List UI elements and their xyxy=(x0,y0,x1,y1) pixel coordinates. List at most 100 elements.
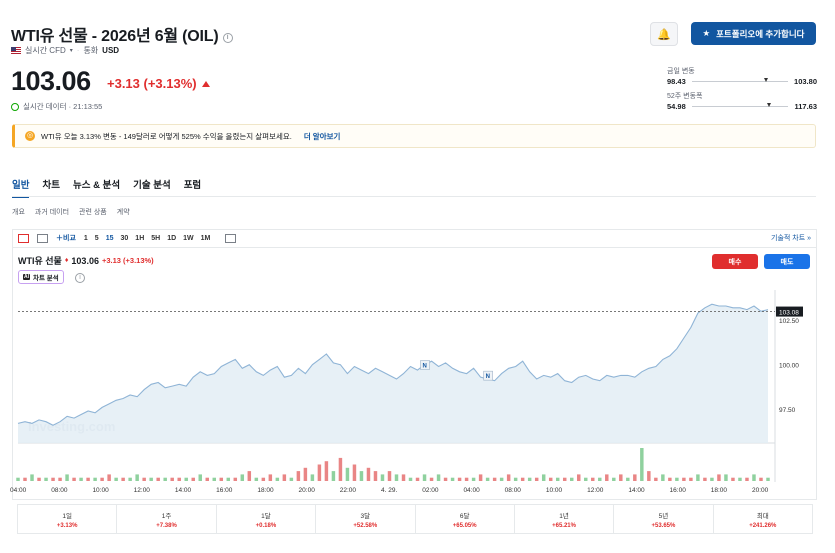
volume-bar xyxy=(303,467,308,481)
perf-label: 최대 xyxy=(756,512,769,520)
x-tick-label: 10:00 xyxy=(546,487,563,494)
volume-bar xyxy=(212,477,216,481)
volume-bar xyxy=(366,467,371,481)
volume-bar xyxy=(93,477,97,481)
volume-bar xyxy=(380,474,385,481)
volume-bar xyxy=(373,471,378,481)
volume-bar xyxy=(513,477,518,481)
volume-bar xyxy=(149,477,153,481)
volume-bar xyxy=(485,477,490,481)
volume-bar xyxy=(114,477,118,481)
volume-bar xyxy=(668,477,672,481)
perf-label: 1달 xyxy=(261,512,271,520)
volume-bar xyxy=(121,477,125,481)
volume-bar xyxy=(766,477,770,481)
perf-value: +0.18% xyxy=(255,522,277,529)
volume-bar xyxy=(198,474,202,481)
x-tick-label: 04:00 xyxy=(10,487,27,494)
x-tick-label: 18:00 xyxy=(257,487,274,494)
volume-bar xyxy=(359,471,364,481)
volume-bar xyxy=(584,477,588,481)
volume-bar xyxy=(219,477,224,481)
volume-bar xyxy=(310,474,315,481)
x-tick-label: 14:00 xyxy=(175,487,192,494)
volume-bar xyxy=(191,477,195,481)
price-chart[interactable]: Investing.com103.08102.50100.0097.50NN04… xyxy=(0,0,835,553)
volume-bar xyxy=(506,474,511,481)
volume-bar xyxy=(394,474,399,481)
x-tick-label: 10:00 xyxy=(92,487,109,494)
volume-bar xyxy=(30,474,34,481)
perf-cell: 최대 +241.26% xyxy=(714,505,812,533)
volume-bar xyxy=(275,477,280,481)
perf-label: 6달 xyxy=(459,512,470,520)
perf-label: 5년 xyxy=(658,512,669,520)
perf-value: +65.21% xyxy=(552,522,576,529)
volume-bar xyxy=(282,474,287,481)
x-tick-label: 20:00 xyxy=(752,487,769,494)
perf-label: 3달 xyxy=(360,512,371,520)
perf-value: +241.26% xyxy=(749,522,777,529)
volume-bar xyxy=(450,477,455,481)
volume-bar xyxy=(408,477,413,481)
volume-bar xyxy=(731,477,735,481)
volume-bar xyxy=(226,477,231,481)
volume-bar xyxy=(65,474,69,481)
volume-bar xyxy=(44,477,48,481)
x-tick-label: 16:00 xyxy=(216,487,233,494)
volume-bar xyxy=(570,477,574,481)
perf-label: 1일 xyxy=(62,512,72,520)
performance-strip: 1일 +3.13% 1주 +7.38% 1달 +0.18% 3달 +52.58% 6달 +65.0… xyxy=(17,504,813,534)
x-tick-label: 22:00 xyxy=(340,487,357,494)
x-tick-label: 14:00 xyxy=(628,487,645,494)
volume-bar xyxy=(324,461,329,481)
volume-bar xyxy=(478,474,483,481)
price-area xyxy=(18,304,768,443)
volume-bar xyxy=(541,474,546,481)
volume-bar xyxy=(331,471,336,481)
volume-bar xyxy=(156,477,160,481)
x-tick-label: 04:00 xyxy=(463,487,480,494)
volume-bar xyxy=(605,474,609,481)
volume-bar xyxy=(37,477,41,481)
perf-value: +7.38% xyxy=(156,522,177,529)
volume-bar xyxy=(233,477,238,481)
volume-bar xyxy=(633,474,637,481)
volume-bar xyxy=(499,477,504,481)
volume-bar xyxy=(58,477,62,481)
volume-bar xyxy=(703,477,707,481)
volume-bar xyxy=(422,474,427,481)
perf-value: +65.05% xyxy=(452,522,477,529)
volume-bar xyxy=(205,477,209,481)
volume-bar xyxy=(296,471,301,481)
x-tick-label: 4. 29. xyxy=(381,487,397,494)
x-tick-label: 12:00 xyxy=(587,487,604,494)
volume-bar xyxy=(619,474,623,481)
volume-bar xyxy=(661,474,665,481)
volume-bar xyxy=(177,477,181,481)
volume-bar xyxy=(555,477,560,481)
volume-bar xyxy=(142,477,146,481)
x-tick-label: 02:00 xyxy=(422,487,439,494)
volume-bar xyxy=(710,477,714,481)
volume-bar xyxy=(717,474,721,481)
perf-cell: 1년 +65.21% xyxy=(515,505,615,533)
volume-bar xyxy=(562,477,567,481)
volume-bar xyxy=(135,474,139,481)
volume-bar xyxy=(745,477,749,481)
volume-bar xyxy=(289,477,294,481)
volume-bar xyxy=(443,477,448,481)
volume-bar xyxy=(577,474,581,481)
volume-bar xyxy=(247,471,252,481)
x-tick-label: 08:00 xyxy=(51,487,68,494)
volume-bar xyxy=(682,477,686,481)
x-tick-label: 08:00 xyxy=(505,487,522,494)
volume-bar xyxy=(352,464,357,481)
volume-bar xyxy=(79,477,83,481)
perf-cell: 5년 +53.65% xyxy=(614,505,714,533)
volume-bar xyxy=(86,477,90,481)
last-price-label: 103.08 xyxy=(779,310,799,317)
volume-bar xyxy=(401,474,406,481)
volume-bar xyxy=(72,477,76,481)
y-tick-label: 102.50 xyxy=(779,318,799,325)
